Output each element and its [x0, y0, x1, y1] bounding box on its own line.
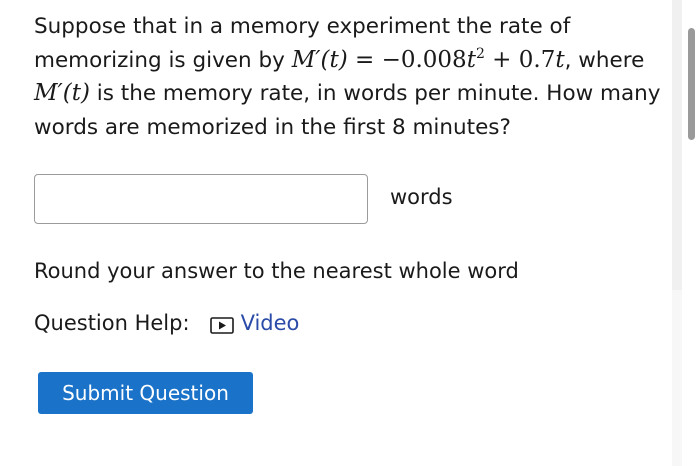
video-label: Video — [240, 311, 300, 335]
rounding-instruction: Round your answer to the nearest whole w… — [34, 259, 519, 283]
question-area: Suppose that in a memory experiment the … — [34, 10, 666, 144]
answer-input[interactable] — [34, 174, 368, 224]
scroll-edge — [672, 290, 682, 466]
unit-label: words — [390, 185, 453, 209]
submit-question-button[interactable]: Submit Question — [38, 372, 253, 414]
answer-row: words — [34, 174, 453, 224]
scrollbar-thumb[interactable] — [688, 28, 695, 140]
question-text: Suppose that in a memory experiment the … — [34, 10, 666, 144]
rate-symbol: M′(t) — [34, 80, 90, 106]
question-connector: , where — [564, 47, 645, 73]
question-help: Question Help: Video — [34, 311, 299, 335]
question-prompt: is the memory rate, in words per minute.… — [34, 81, 661, 140]
play-icon — [209, 315, 234, 334]
scroll-track — [672, 0, 682, 290]
question-help-label: Question Help: — [34, 311, 190, 335]
video-help-link[interactable]: Video — [209, 311, 300, 335]
rate-equation: M′(t) = −0.008t2 + 0.7t — [291, 45, 565, 73]
